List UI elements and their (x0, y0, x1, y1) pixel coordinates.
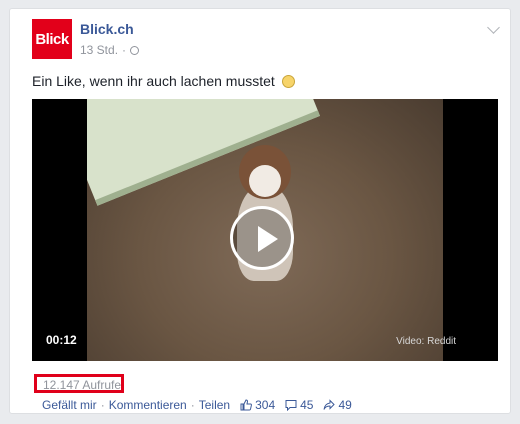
post-meta: 13 Std. · (80, 43, 140, 57)
action-bar: Gefällt mir · Kommentieren · Teilen 304 … (42, 398, 352, 412)
page-logo[interactable]: Blick (32, 19, 72, 59)
smiley-emoji-icon (281, 75, 295, 88)
shares-count: 49 (338, 398, 352, 412)
puppy-face (249, 165, 281, 197)
post-text-content: Ein Like, wenn ihr auch lachen musstet (32, 73, 275, 89)
separator: · (100, 398, 105, 412)
globe-icon (130, 45, 140, 55)
comment-icon (285, 400, 297, 411)
likes-count: 304 (255, 398, 276, 412)
likes-stat[interactable]: 304 (240, 398, 275, 412)
post-card: Blick Blick.ch 13 Std. · Ein Like, wenn … (9, 8, 511, 414)
play-button[interactable] (230, 206, 294, 270)
comments-stat[interactable]: 45 (285, 398, 313, 412)
post-timestamp[interactable]: 13 Std. (80, 43, 118, 57)
share-link[interactable]: Teilen (199, 398, 230, 412)
view-count[interactable]: 12.147 Aufrufe (43, 378, 121, 392)
page-name-link[interactable]: Blick.ch (80, 21, 134, 37)
thumbs-up-icon (240, 399, 253, 411)
video-player[interactable]: 00:12 Video: Reddit (32, 99, 498, 361)
comment-link[interactable]: Kommentieren (109, 398, 187, 412)
meta-separator: · (122, 43, 127, 57)
video-credit: Video: Reddit (396, 336, 456, 347)
separator: · (190, 398, 195, 412)
shares-stat[interactable]: 49 (323, 398, 352, 412)
post-text: Ein Like, wenn ihr auch lachen musstet (32, 73, 295, 89)
like-link[interactable]: Gefällt mir (42, 398, 97, 412)
share-icon (323, 399, 336, 410)
video-duration: 00:12 (46, 333, 77, 347)
chevron-down-icon[interactable] (487, 21, 500, 34)
comments-count: 45 (300, 398, 314, 412)
